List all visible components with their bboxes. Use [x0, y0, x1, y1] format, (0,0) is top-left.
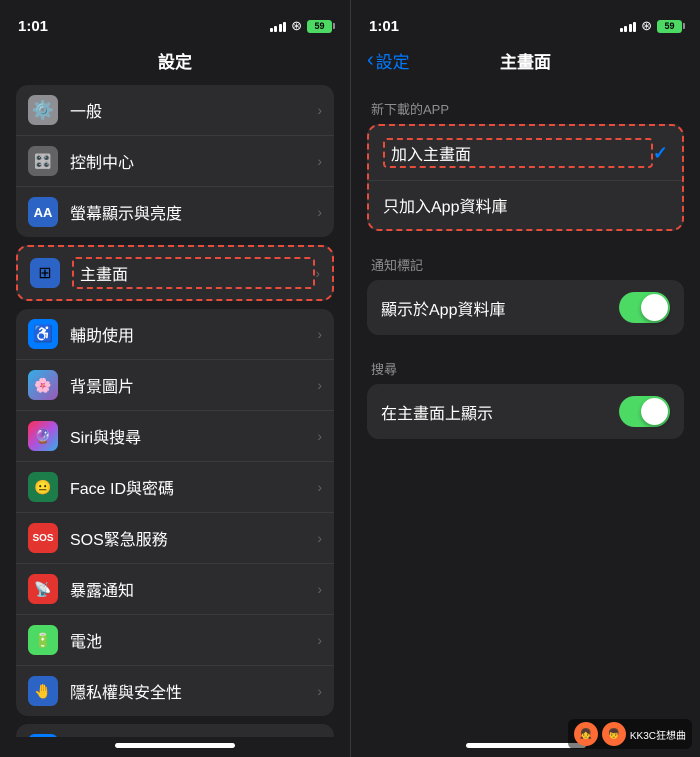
- left-panel: 1:01 ⊛ 59 設定 ⚙️ 一般 › 🎛️: [0, 0, 350, 757]
- wifi-icon-right: ⊛: [641, 18, 652, 34]
- chevron-icon: ›: [317, 102, 322, 118]
- back-label: 設定: [376, 48, 410, 73]
- section-header-notification-badge: 通知標記: [367, 239, 684, 280]
- sidebar-item-siri[interactable]: 🔮 Siri與搜尋 ›: [16, 411, 334, 462]
- sidebar-item-faceid[interactable]: 😐 Face ID與密碼 ›: [16, 462, 334, 513]
- accessibility-label: 輔助使用: [70, 322, 317, 346]
- page-title-right: 主畫面: [500, 48, 551, 73]
- wifi-icon: ⊛: [291, 18, 302, 34]
- siri-icon: 🔮: [28, 421, 58, 451]
- watermark: 👧 👦 KK3C狂想曲: [568, 719, 692, 749]
- option-show-app-library[interactable]: 顯示於App資料庫: [367, 280, 684, 335]
- exposure-icon: 📡: [28, 574, 58, 604]
- status-icons-left: ⊛ 59: [270, 18, 332, 34]
- sidebar-item-accessibility[interactable]: ♿ 輔助使用 ›: [16, 309, 334, 360]
- home-indicator-left: [0, 737, 350, 757]
- check-icon: ✓: [653, 143, 668, 164]
- time-left: 1:01: [18, 18, 48, 35]
- option-add-library[interactable]: 只加入App資料庫: [369, 181, 682, 229]
- battery-label: 電池: [70, 628, 317, 652]
- show-app-library-label: 顯示於App資料庫: [381, 296, 619, 320]
- status-bar-left: 1:01 ⊛ 59: [0, 0, 350, 44]
- chevron-icon: ›: [317, 479, 322, 495]
- sos-label: SOS緊急服務: [70, 526, 317, 550]
- chevron-icon: ›: [317, 428, 322, 444]
- settings-group-1: ⚙️ 一般 › 🎛️ 控制中心 › AA 螢幕顯示與亮度 ›: [16, 85, 334, 237]
- watermark-text: KK3C狂想曲: [630, 727, 686, 742]
- chevron-icon: ›: [317, 377, 322, 393]
- status-bar-right: 1:01 ⊛ 59: [351, 0, 700, 44]
- battery-settings-icon: 🔋: [28, 625, 58, 655]
- display-label: 螢幕顯示與亮度: [70, 200, 317, 224]
- add-library-label: 只加入App資料庫: [383, 193, 668, 217]
- sidebar-item-home-screen[interactable]: ⊞ 主畫面 ›: [18, 247, 332, 299]
- back-chevron-icon: ‹: [367, 49, 374, 72]
- accessibility-icon: ♿: [28, 319, 58, 349]
- home-screen-icon: ⊞: [30, 258, 60, 288]
- chevron-icon: ›: [317, 204, 322, 220]
- sidebar-item-exposure[interactable]: 📡 暴露通知 ›: [16, 564, 334, 615]
- right-panel: 1:01 ⊛ 59 ‹ 設定 主畫面 新下載的APP 加入主畫面: [350, 0, 700, 757]
- general-icon: ⚙️: [28, 95, 58, 125]
- section-header-new-apps: 新下載的APP: [367, 83, 684, 124]
- faceid-label: Face ID與密碼: [70, 475, 317, 499]
- show-app-library-toggle[interactable]: [619, 292, 670, 323]
- display-icon: AA: [28, 197, 58, 227]
- battery-icon-right: 59: [657, 20, 682, 33]
- settings-list: ⚙️ 一般 › 🎛️ 控制中心 › AA 螢幕顯示與亮度 › ⊞ 主畫面 ›: [0, 85, 350, 737]
- watermark-avatar: 👧: [574, 722, 598, 746]
- control-center-label: 控制中心: [70, 149, 317, 173]
- chevron-icon: ›: [317, 632, 322, 648]
- sidebar-item-privacy[interactable]: 🤚 隱私權與安全性 ›: [16, 666, 334, 716]
- option-show-home[interactable]: 在主畫面上顯示: [367, 384, 684, 439]
- back-button[interactable]: ‹ 設定: [367, 48, 410, 73]
- page-title-left: 設定: [0, 44, 350, 85]
- chevron-icon: ›: [317, 581, 322, 597]
- faceid-icon: 😐: [28, 472, 58, 502]
- sidebar-item-wallpaper[interactable]: 🌸 背景圖片 ›: [16, 360, 334, 411]
- section-header-search: 搜尋: [367, 343, 684, 384]
- search-options: 在主畫面上顯示: [367, 384, 684, 439]
- show-home-label: 在主畫面上顯示: [381, 400, 619, 424]
- right-content: 新下載的APP 加入主畫面 ✓ 只加入App資料庫 通知標記 顯示於App資料庫…: [351, 83, 700, 737]
- chevron-icon: ›: [317, 683, 322, 699]
- sos-icon: SOS: [28, 523, 58, 553]
- siri-label: Siri與搜尋: [70, 424, 317, 448]
- settings-group-home: ⊞ 主畫面 ›: [16, 245, 334, 301]
- signal-icon-right: [620, 20, 637, 32]
- signal-icon: [270, 20, 287, 32]
- new-apps-options: 加入主畫面 ✓ 只加入App資料庫: [367, 124, 684, 231]
- home-bar: [115, 743, 235, 748]
- home-screen-label: 主畫面: [72, 257, 315, 289]
- time-right: 1:01: [369, 18, 399, 35]
- control-center-icon: 🎛️: [28, 146, 58, 176]
- wallpaper-label: 背景圖片: [70, 373, 317, 397]
- status-icons-right: ⊛ 59: [620, 18, 682, 34]
- privacy-label: 隱私權與安全性: [70, 679, 317, 703]
- watermark-avatar2: 👦: [602, 722, 626, 746]
- option-add-home[interactable]: 加入主畫面 ✓: [369, 126, 682, 181]
- exposure-label: 暴露通知: [70, 577, 317, 601]
- chevron-icon: ›: [315, 265, 320, 281]
- sidebar-item-display[interactable]: AA 螢幕顯示與亮度 ›: [16, 187, 334, 237]
- sidebar-item-appstore[interactable]: 🅰 App Store ›: [16, 724, 334, 737]
- chevron-icon: ›: [317, 326, 322, 342]
- settings-group-appstore: 🅰 App Store › 💳 錢包與Apple Pay ›: [16, 724, 334, 737]
- sidebar-item-sos[interactable]: SOS SOS緊急服務 ›: [16, 513, 334, 564]
- chevron-icon: ›: [317, 153, 322, 169]
- battery-icon: 59: [307, 20, 332, 33]
- general-label: 一般: [70, 98, 317, 122]
- notification-badge-options: 顯示於App資料庫: [367, 280, 684, 335]
- settings-group-3: ♿ 輔助使用 › 🌸 背景圖片 › 🔮 Siri與搜尋 › 😐 Face ID與…: [16, 309, 334, 716]
- wallpaper-icon: 🌸: [28, 370, 58, 400]
- sidebar-item-battery[interactable]: 🔋 電池 ›: [16, 615, 334, 666]
- add-home-label: 加入主畫面: [383, 138, 653, 168]
- show-home-toggle[interactable]: [619, 396, 670, 427]
- chevron-icon: ›: [317, 530, 322, 546]
- nav-bar: ‹ 設定 主畫面: [351, 44, 700, 83]
- sidebar-item-control-center[interactable]: 🎛️ 控制中心 ›: [16, 136, 334, 187]
- sidebar-item-general[interactable]: ⚙️ 一般 ›: [16, 85, 334, 136]
- privacy-icon: 🤚: [28, 676, 58, 706]
